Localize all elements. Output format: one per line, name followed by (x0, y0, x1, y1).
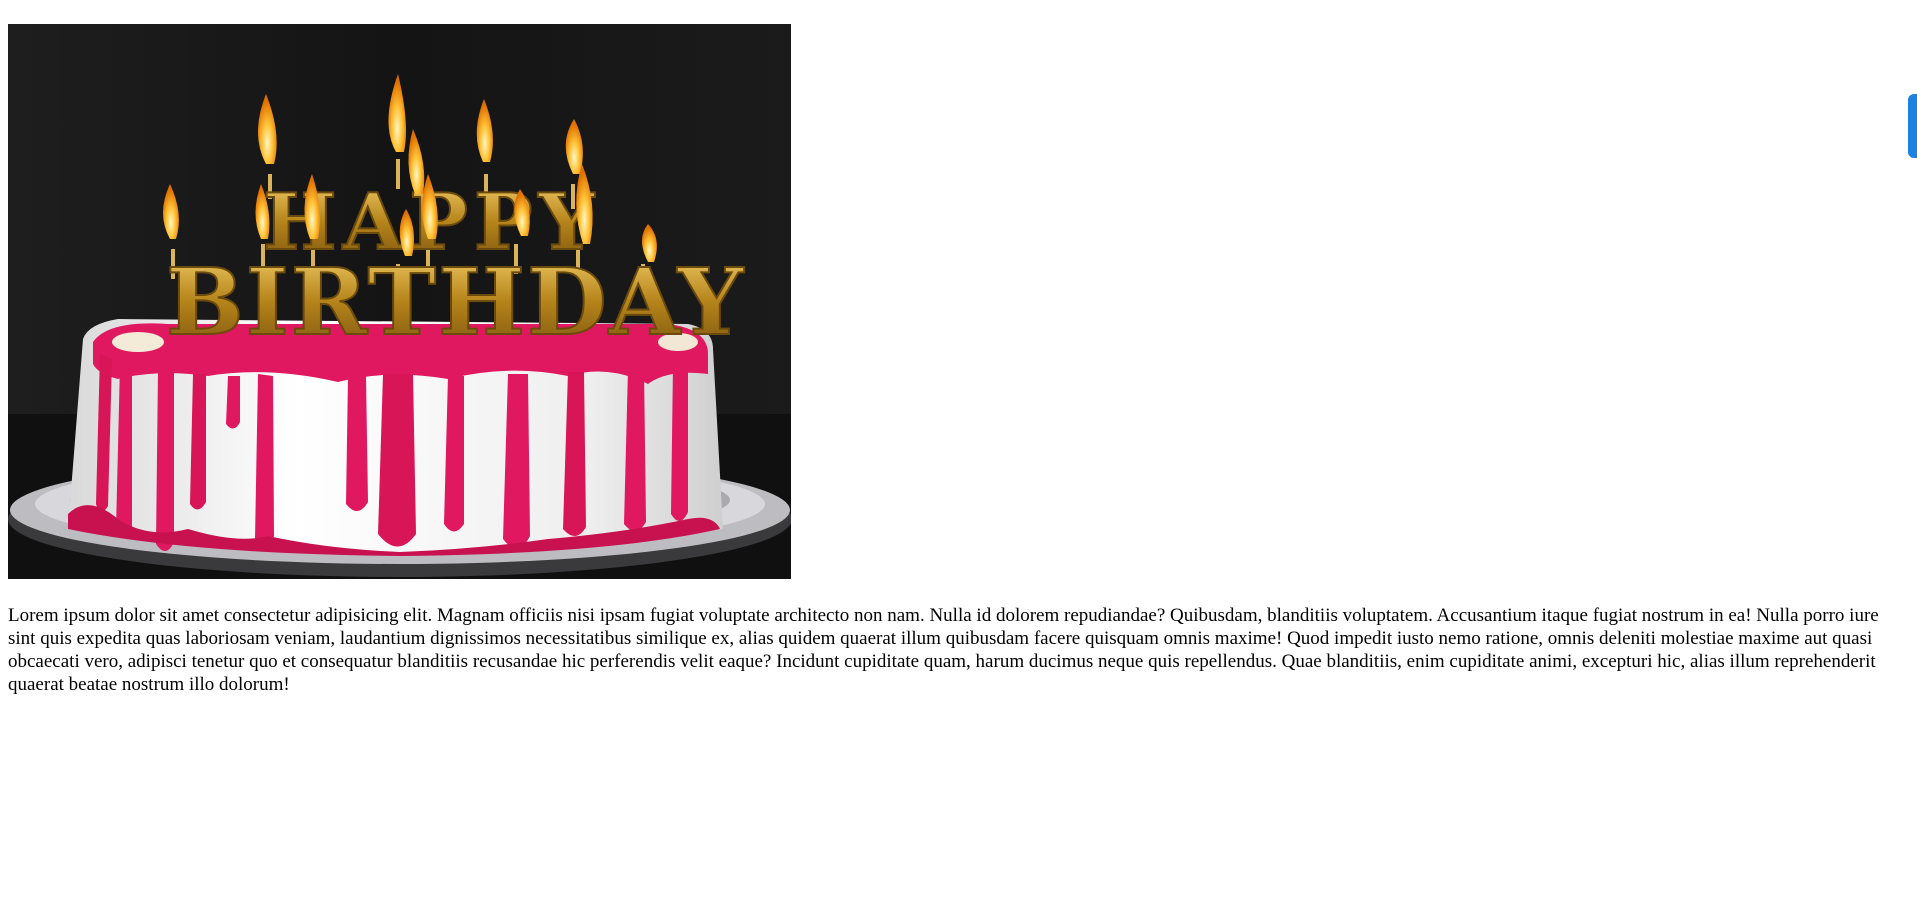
lorem-paragraph: Lorem ipsum dolor sit amet consectetur a… (8, 605, 1879, 695)
birthday-cake-image: HAPPY BIRTHDAY (8, 24, 791, 579)
birthday-cake-illustration: HAPPY BIRTHDAY (8, 24, 791, 579)
side-tab-handle[interactable] (1908, 94, 1917, 158)
birthday-candle-text: BIRTHDAY (166, 248, 745, 356)
